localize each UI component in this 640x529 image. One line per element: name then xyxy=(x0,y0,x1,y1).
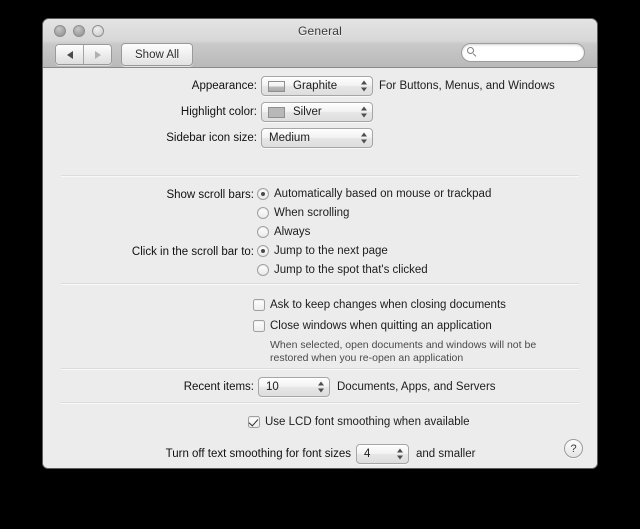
radio-jump-to-spot[interactable]: Jump to the spot that's clicked xyxy=(257,264,428,276)
window-titlebar: General Show All xyxy=(43,19,597,68)
system-preferences-window: General Show All Appearance: Graphite Fo… xyxy=(42,18,598,469)
stepper-arrows-icon xyxy=(397,448,403,460)
appearance-label: Appearance: xyxy=(191,80,257,92)
radio-label: Always xyxy=(274,226,311,238)
checkbox-ask-keep-changes[interactable]: Ask to keep changes when closing documen… xyxy=(253,299,506,311)
radio-scrollbars-when-scrolling[interactable]: When scrolling xyxy=(257,207,349,219)
appearance-hint-wrap: For Buttons, Menus, and Windows xyxy=(379,80,555,92)
recent-items-hint: Documents, Apps, and Servers xyxy=(337,381,496,393)
appearance-label-wrap: Appearance: xyxy=(43,80,257,92)
appearance-value: Graphite xyxy=(293,80,338,92)
sidebar-icon-size-value: Medium xyxy=(269,132,310,144)
checkbox-indicator xyxy=(253,320,265,332)
popup-arrows-icon xyxy=(361,106,367,118)
turn-off-smoothing-label-wrap: Turn off text smoothing for font sizes xyxy=(43,448,351,460)
help-button[interactable]: ? xyxy=(564,439,583,458)
highlight-color-value: Silver xyxy=(293,106,322,118)
radio-indicator xyxy=(257,188,269,200)
popup-arrows-icon xyxy=(361,132,367,144)
preferences-content: Appearance: Graphite For Buttons, Menus,… xyxy=(43,68,597,468)
recent-items-value: 10 xyxy=(266,381,279,393)
show-all-button[interactable]: Show All xyxy=(121,43,194,66)
sidebar-icon-size-label: Sidebar icon size: xyxy=(166,132,257,144)
radio-indicator xyxy=(257,207,269,219)
appearance-swatch-icon xyxy=(268,80,285,92)
highlight-label-wrap: Highlight color: xyxy=(43,106,257,118)
scroll-bars-label-wrap: Show scroll bars: xyxy=(43,189,254,201)
separator-1 xyxy=(61,175,579,177)
search-input[interactable] xyxy=(481,45,577,60)
appearance-popup[interactable]: Graphite xyxy=(261,76,373,96)
window-title: General xyxy=(297,24,343,38)
radio-label: Automatically based on mouse or trackpad xyxy=(274,188,492,200)
back-button[interactable] xyxy=(56,45,83,64)
sidebar-icon-size-label-wrap: Sidebar icon size: xyxy=(43,132,257,144)
font-size-value: 4 xyxy=(364,448,371,460)
highlight-swatch-icon xyxy=(268,106,285,118)
radio-scrollbars-automatic[interactable]: Automatically based on mouse or trackpad xyxy=(257,188,491,200)
close-windows-help-text: When selected, open documents and window… xyxy=(270,339,537,364)
click-scrollbar-label-wrap: Click in the scroll bar to: xyxy=(43,246,254,258)
checkbox-indicator xyxy=(248,416,260,428)
checkbox-close-windows[interactable]: Close windows when quitting an applicati… xyxy=(253,320,492,332)
radio-indicator xyxy=(257,245,269,257)
popup-arrows-icon xyxy=(361,80,367,92)
radio-indicator xyxy=(257,226,269,238)
font-size-stepper[interactable]: 4 xyxy=(356,444,409,464)
show-scroll-bars-label: Show scroll bars: xyxy=(166,189,254,201)
and-smaller-label-wrap: and smaller xyxy=(416,448,475,460)
checkbox-label: Ask to keep changes when closing documen… xyxy=(270,299,506,311)
recent-items-hint-wrap: Documents, Apps, and Servers xyxy=(337,381,496,393)
forward-button[interactable] xyxy=(83,45,111,64)
navigation-buttons xyxy=(55,44,112,65)
search-icon xyxy=(467,47,478,58)
turn-off-smoothing-label: Turn off text smoothing for font sizes xyxy=(165,448,351,460)
checkbox-label: Use LCD font smoothing when available xyxy=(265,416,470,428)
checkbox-label: Close windows when quitting an applicati… xyxy=(270,320,492,332)
radio-jump-next-page[interactable]: Jump to the next page xyxy=(257,245,388,257)
radio-scrollbars-always[interactable]: Always xyxy=(257,226,310,238)
recent-items-popup[interactable]: 10 xyxy=(258,377,330,397)
recent-items-label-wrap: Recent items: xyxy=(43,381,254,393)
chevron-left-icon xyxy=(66,50,73,59)
highlight-color-popup[interactable]: Silver xyxy=(261,102,373,122)
checkbox-indicator xyxy=(253,299,265,311)
separator-3 xyxy=(61,368,579,370)
radio-label: When scrolling xyxy=(274,207,350,219)
radio-label: Jump to the next page xyxy=(274,245,388,257)
radio-label: Jump to the spot that's clicked xyxy=(274,264,428,276)
separator-2 xyxy=(61,283,579,285)
appearance-hint: For Buttons, Menus, and Windows xyxy=(379,80,555,92)
and-smaller-label: and smaller xyxy=(416,448,476,460)
radio-indicator xyxy=(257,264,269,276)
click-scroll-bar-label: Click in the scroll bar to: xyxy=(131,246,254,258)
recent-items-label: Recent items: xyxy=(183,381,254,393)
separator-4 xyxy=(61,402,579,404)
sidebar-icon-size-popup[interactable]: Medium xyxy=(261,128,373,148)
checkbox-lcd-font-smoothing[interactable]: Use LCD font smoothing when available xyxy=(248,416,470,428)
highlight-color-label: Highlight color: xyxy=(180,106,257,118)
search-field[interactable] xyxy=(461,43,585,62)
chevron-right-icon xyxy=(94,50,101,59)
popup-arrows-icon xyxy=(318,381,324,393)
